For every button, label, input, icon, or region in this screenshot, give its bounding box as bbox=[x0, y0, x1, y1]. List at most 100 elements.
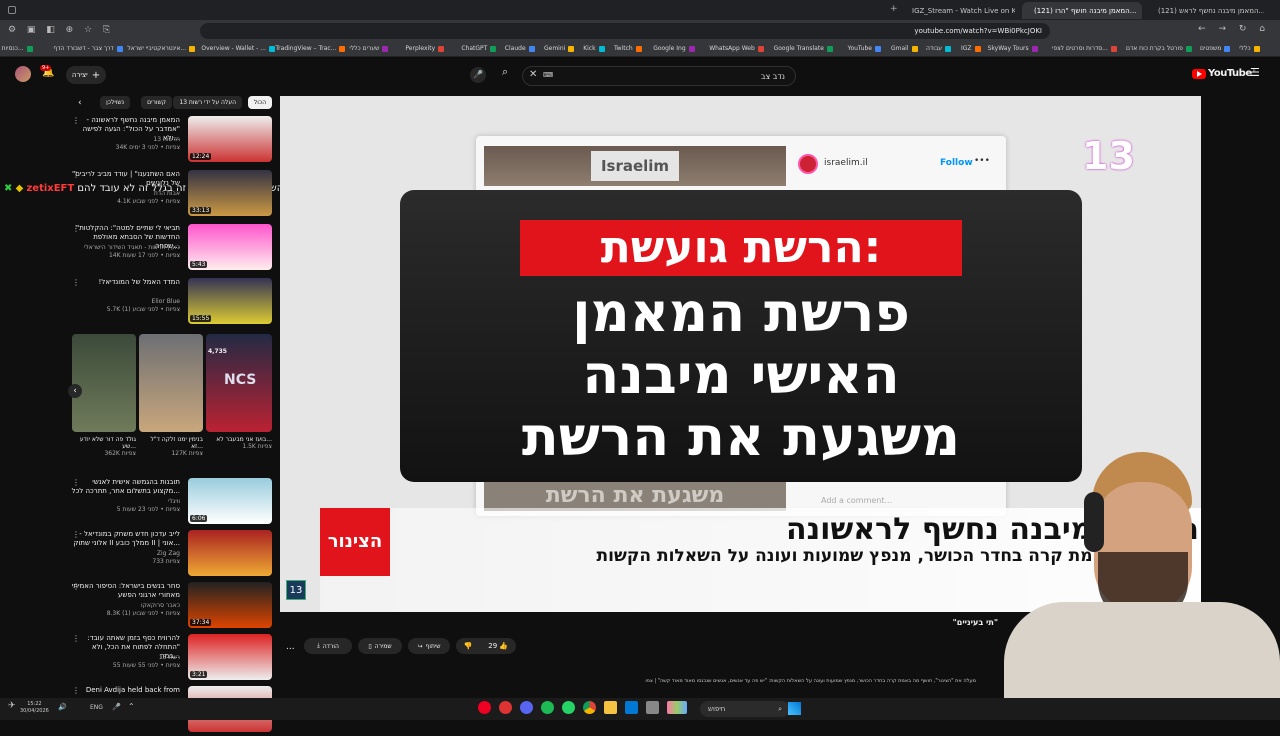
video-thumbnail[interactable]: 6:06 bbox=[188, 478, 272, 524]
youtube-logo[interactable]: YouTube IL bbox=[1192, 68, 1257, 79]
menu-icon[interactable]: ☰ bbox=[1250, 66, 1260, 79]
app-icon[interactable] bbox=[499, 701, 512, 714]
tab-youtube-active[interactable]: (121) המאמן מיבנה חושף "הרו... bbox=[1022, 2, 1142, 19]
toolbar-extension-icons[interactable]: ⚙ ▣ ◧ ⊕ ☆ ⎘ bbox=[8, 25, 114, 35]
download-button[interactable]: ⤓ הורדה bbox=[304, 638, 352, 654]
bookmark-item[interactable]: שערים כללי bbox=[349, 45, 389, 52]
widgets-icon[interactable] bbox=[667, 701, 687, 714]
video-thumbnail[interactable] bbox=[188, 530, 272, 576]
start-icon[interactable] bbox=[788, 702, 801, 715]
video-thumbnail[interactable]: 33:13 bbox=[188, 170, 272, 216]
kebab-menu-icon[interactable]: ⋮ bbox=[72, 224, 80, 233]
bookmark-item[interactable]: TradingView – Trac... bbox=[275, 45, 346, 52]
related-video-item[interactable]: 3:21 להרוויח כסף בזמן שאתה עובד: "התחלה ל… bbox=[60, 634, 272, 684]
mic-icon[interactable]: 🎤 bbox=[112, 703, 121, 711]
description-preview[interactable]: מעלה את "הצינור", חושף מה באמת קרה בחדר … bbox=[346, 678, 976, 684]
short-thumb[interactable] bbox=[139, 334, 203, 432]
url-field[interactable]: youtube.com/watch?v=WBi0PkcJOKI bbox=[200, 23, 1050, 39]
short-thumb[interactable] bbox=[72, 334, 136, 432]
video-thumbnail[interactable]: 12:24 bbox=[188, 116, 272, 162]
bookmark-item[interactable]: Gmail bbox=[891, 45, 918, 52]
folder-icon[interactable] bbox=[604, 701, 617, 714]
tab-igz-stream[interactable]: IGZ_Stream - Watch Live on Ki... bbox=[900, 2, 1015, 19]
clock[interactable]: 15:22 30/04/2026 bbox=[20, 701, 49, 715]
related-video-item[interactable]: 33:13 "האם השתנענו" | עודד מביב לריבים של… bbox=[60, 170, 272, 220]
save-button[interactable]: ▯ שמירה bbox=[358, 638, 402, 654]
channel-name[interactable]: חדשות 13 bbox=[70, 136, 180, 143]
video-thumbnail[interactable]: 37:34 bbox=[188, 582, 272, 628]
bookmark-item[interactable]: אינטראקטיביי ישראל... bbox=[127, 45, 196, 52]
chevron-left-icon[interactable]: ‹ bbox=[78, 98, 82, 108]
short-title[interactable]: גולד פה דור שלא יודע שע... 362K צפיות bbox=[72, 436, 136, 457]
clear-search-icon[interactable]: ✕ bbox=[529, 69, 537, 80]
bookmark-item[interactable]: Google Translate bbox=[774, 45, 833, 52]
whatsapp-icon[interactable] bbox=[562, 701, 575, 714]
bookmark-item[interactable]: SkyWay Tours bbox=[988, 45, 1038, 52]
chevron-left-icon[interactable]: ‹ bbox=[68, 384, 82, 398]
volume-icon[interactable]: 🔊 bbox=[58, 703, 67, 711]
bookmark-item[interactable]: Kick bbox=[583, 45, 605, 52]
bookmark-item[interactable]: כנסיות... bbox=[2, 45, 33, 52]
spotify-icon[interactable] bbox=[541, 701, 554, 714]
search-input[interactable]: ✕ ⌨ נדב צב bbox=[522, 66, 796, 86]
short-thumb[interactable]: 4,735 NCS bbox=[206, 334, 272, 432]
related-video-item[interactable]: 6:06 תובנות בהגמשה אישית לאנשי מקצוע בתשל… bbox=[60, 478, 272, 528]
bookmark-item[interactable]: Perplexity bbox=[405, 45, 445, 52]
taskbar-search[interactable]: חיפוש ⌕ bbox=[700, 701, 790, 717]
app-icon[interactable] bbox=[478, 701, 491, 714]
channel-name[interactable]: Zig Zag bbox=[70, 550, 180, 557]
kebab-menu-icon[interactable]: ⋮ bbox=[72, 686, 80, 695]
bookmark-item[interactable]: פורטל בקרת כוח אדם bbox=[1126, 45, 1192, 52]
microphone-icon[interactable]: 🎤 bbox=[470, 67, 486, 83]
wifi-icon[interactable]: ✈ bbox=[8, 701, 16, 711]
chrome-icon[interactable] bbox=[583, 701, 596, 714]
video-thumbnail[interactable]: 15:55 bbox=[188, 278, 272, 324]
bookmark-item[interactable]: Google Ing bbox=[653, 45, 695, 52]
bookmark-item[interactable]: Gemini bbox=[544, 45, 575, 52]
kebab-menu-icon[interactable]: ⋮ bbox=[72, 170, 80, 179]
short-title[interactable]: בועז אני מבעבר לא... 1.5K צפיות bbox=[206, 436, 272, 450]
nav-buttons[interactable]: ← → ↻ ⌂ bbox=[1198, 24, 1270, 34]
video-title[interactable]: "האם השתנענו" | עודד מביב לריבים של נלוג… bbox=[70, 170, 180, 188]
search-icon[interactable]: ⌕ bbox=[502, 65, 508, 79]
kebab-menu-icon[interactable]: ⋮ bbox=[72, 530, 80, 539]
video-title[interactable]: תובנות בהגמשה אישית לאנשי מקצוע בתשלום א… bbox=[70, 478, 180, 496]
chip-uploader[interactable]: העלה על ידי רשות 13 bbox=[173, 96, 242, 109]
channel-name[interactable]: אבות הדת bbox=[70, 190, 180, 197]
bookmark-item[interactable]: WhatsApp Web bbox=[709, 45, 764, 52]
share-button[interactable]: ↪ שיתוף bbox=[408, 638, 450, 654]
bookmark-item[interactable]: עבודה bbox=[926, 45, 952, 52]
language-indicator[interactable]: ENG bbox=[90, 704, 103, 711]
bookmark-item[interactable]: YouTube bbox=[848, 45, 881, 52]
video-title[interactable]: !המדד האמל של המונדיאל bbox=[70, 278, 180, 287]
keyboard-icon[interactable]: ⌨ bbox=[543, 71, 553, 79]
chip-related[interactable]: קשורים bbox=[141, 96, 172, 109]
new-tab-icon[interactable]: + bbox=[890, 4, 898, 14]
kebab-menu-icon[interactable]: ⋮ bbox=[72, 278, 80, 287]
related-video-item[interactable]: 5:43 "תביאי לי שתיים למטה": ההקלטות החדשו… bbox=[60, 224, 272, 274]
chevron-up-icon[interactable]: ⌃ bbox=[128, 702, 135, 711]
channel-name[interactable]: כאבר סרוקאקו bbox=[70, 602, 180, 609]
chip-watched[interactable]: נשוילכן bbox=[100, 96, 130, 109]
related-video-item[interactable]: לייב עדכון חדש משחק במונדיאל - אלוני שתו… bbox=[60, 530, 272, 580]
bookmark-item[interactable]: Claude bbox=[505, 45, 535, 52]
short-title[interactable]: בנימין ימנו זלקה ד"ל זא... 127K צפיות bbox=[139, 436, 203, 457]
chip-all[interactable]: הכול bbox=[247, 96, 272, 109]
video-thumbnail[interactable]: 3:21 bbox=[188, 634, 272, 680]
related-video-item[interactable]: 37:34 סחר בנשים בישראל: הסיפור האמיתי מאח… bbox=[60, 582, 272, 632]
more-actions-button[interactable]: ... bbox=[286, 642, 295, 652]
video-title[interactable]: סחר בנשים בישראל: הסיפור האמיתי מאחורי א… bbox=[70, 582, 180, 600]
channel-name[interactable]: וויגלי bbox=[70, 498, 180, 505]
store-icon[interactable] bbox=[625, 701, 638, 714]
channel-name[interactable]: Elior Blue bbox=[70, 298, 180, 305]
channel-name[interactable]: רשת 13 bbox=[70, 654, 180, 661]
tab-youtube[interactable]: (121) המאמן מיבנה נחשף לראש... bbox=[1146, 2, 1264, 19]
bookmark-item[interactable]: משפטים bbox=[1200, 45, 1231, 52]
dislike-icon[interactable]: 👎 bbox=[464, 642, 473, 650]
window-menu-icon[interactable] bbox=[8, 6, 16, 14]
channel-name[interactable]: כאן | חדשות - תאגיד השידור הישראלי bbox=[70, 244, 180, 251]
bookmark-item[interactable]: ChatGPT bbox=[461, 45, 497, 52]
video-thumbnail[interactable]: 5:43 bbox=[188, 224, 272, 270]
kebab-menu-icon[interactable]: ⋮ bbox=[72, 478, 80, 487]
kebab-menu-icon[interactable]: ⋮ bbox=[72, 582, 80, 591]
